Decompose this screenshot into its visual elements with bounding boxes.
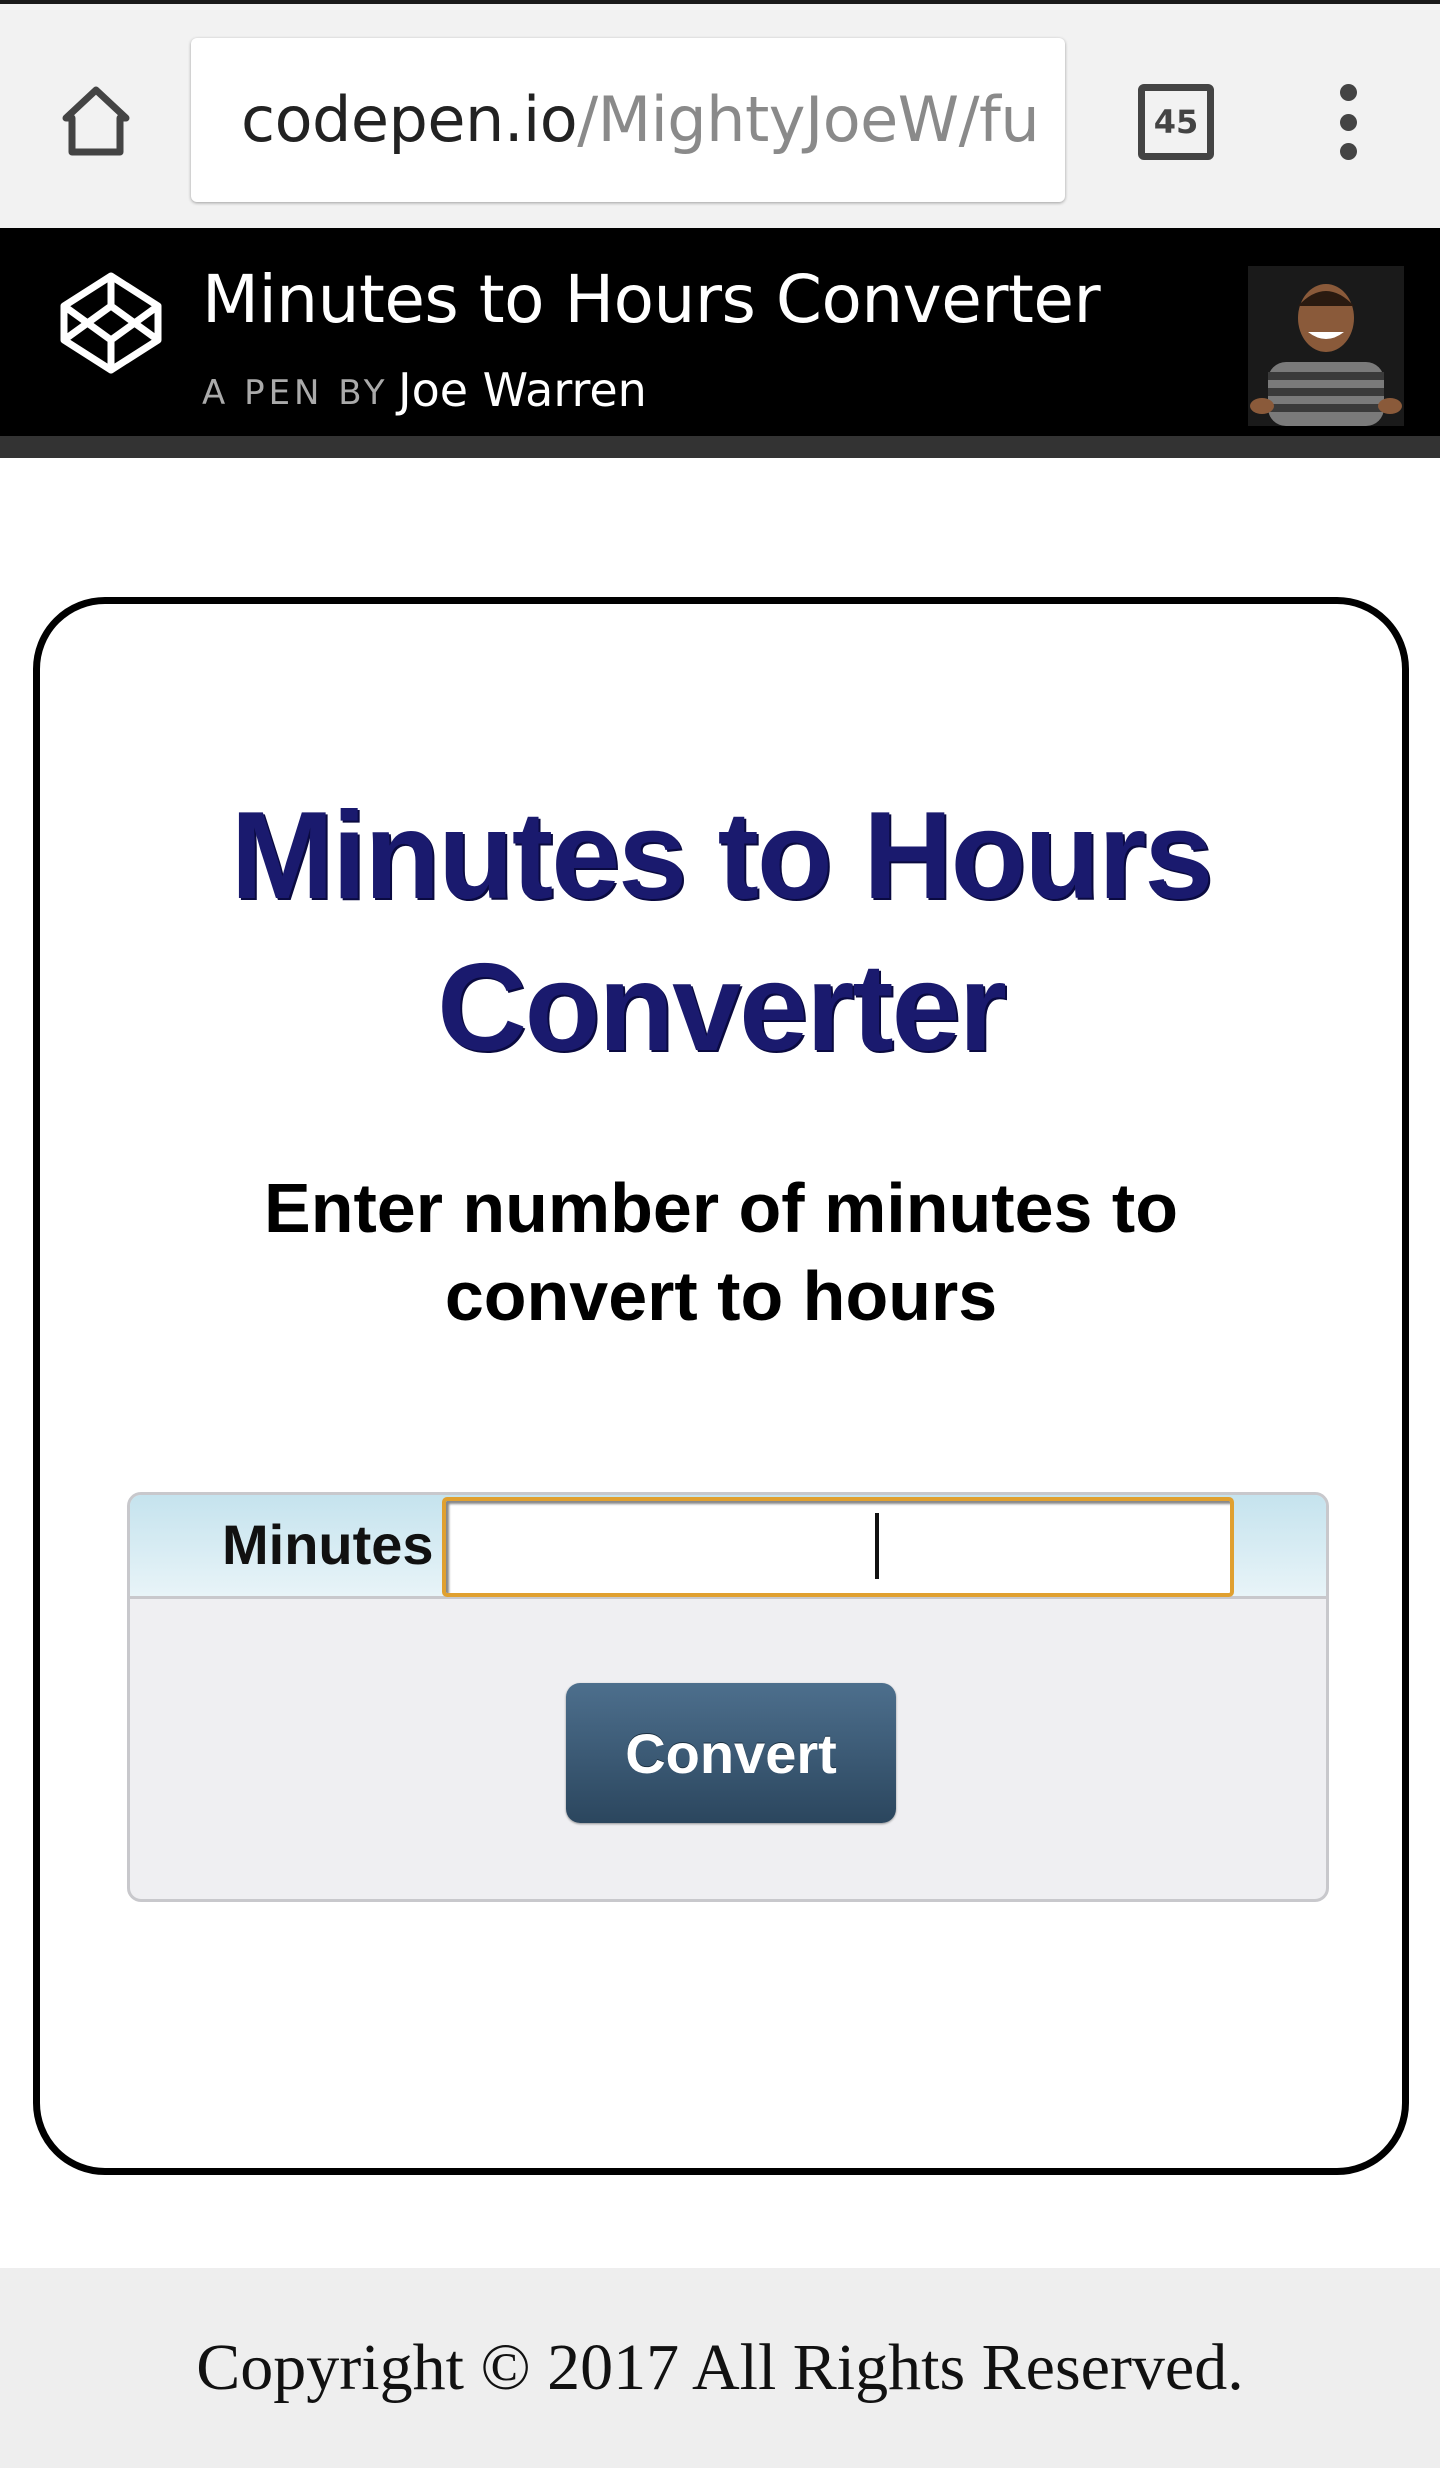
browser-toolbar: codepen.io/MightyJoeW/fu 45 [0,0,1440,228]
codepen-logo-icon[interactable] [56,268,166,378]
pen-author-link[interactable]: Joe Warren [398,360,647,420]
minutes-input[interactable] [442,1497,1234,1597]
home-icon [62,86,130,156]
home-button[interactable] [54,78,138,162]
tab-count: 45 [1153,103,1199,141]
url-host: codepen.io [241,83,578,156]
footer: Copyright © 2017 All Rights Reserved. [0,2268,1440,2468]
minutes-label: Minutes [222,1513,434,1576]
pen-header: Minutes to Hours Converter A PEN BY Joe … [0,228,1440,458]
more-vert-icon[interactable] [1320,84,1376,160]
minutes-row: Minutes [130,1495,1326,1599]
copyright-text: Copyright © 2017 All Rights Reserved. [196,2331,1244,2404]
converter-card: Minutes to Hours Converter Enter number … [33,597,1409,2175]
instructions: Enter number of minutes to convert to ho… [40,1164,1402,1340]
tabs-button[interactable]: 45 [1138,84,1214,160]
url-text: codepen.io/MightyJoeW/fu [241,82,1040,158]
address-bar[interactable]: codepen.io/MightyJoeW/fu [191,38,1065,202]
url-path: /MightyJoeW/fu [577,83,1040,156]
convert-button[interactable]: Convert [566,1683,896,1823]
pen-by-label: A PEN BY [202,373,389,413]
instructions-line-2: convert to hours [444,1257,998,1335]
page-title: Minutes to Hours Converter [230,787,1214,1077]
instructions-line-1: Enter number of minutes to [264,1169,1178,1247]
avatar-image [1248,266,1404,426]
avatar[interactable] [1248,266,1404,426]
text-caret [875,1513,879,1579]
converter-form: Minutes Convert [127,1492,1329,1902]
pen-title: Minutes to Hours Converter [202,261,1101,338]
